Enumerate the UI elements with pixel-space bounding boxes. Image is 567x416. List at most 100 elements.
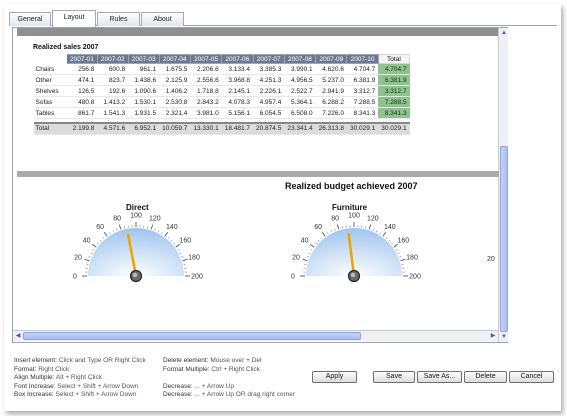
- help-line: Align Multiple: Alt + Right Click: [14, 374, 146, 383]
- sum-cell: 30.029.1: [346, 121, 379, 135]
- sum-cell: 10.059.7: [159, 121, 191, 135]
- sales-table-block[interactable]: Realized sales 2007 2007-01 2007-02 2007-0…: [33, 44, 411, 135]
- gauge-tick-label: 80: [331, 215, 339, 222]
- column-header: 2007-05: [189, 54, 223, 64]
- gauge-tick: [88, 256, 91, 258]
- help-value: Select + Shift + Arrow Down: [55, 391, 137, 398]
- tab-rules[interactable]: Rules: [97, 12, 140, 26]
- gauge-tick: [336, 224, 340, 230]
- table-row: Tables 861.7 1.541.3 1.931.5 2.321.4 3.981.0 5…: [33, 107, 410, 119]
- gauge-tick: [177, 249, 180, 251]
- help-value: Click and Type OR Right Click: [58, 357, 146, 364]
- table-cell: 126.5: [66, 85, 98, 97]
- table-cell: 4.620.6: [315, 63, 347, 75]
- gauge-tick: [327, 232, 329, 235]
- section-divider-bar: [17, 171, 499, 177]
- gauge-face: [88, 228, 184, 276]
- table-cell: 1.541.3: [97, 107, 129, 119]
- table-cell: 2.206.6: [190, 63, 222, 75]
- help-key: Box Increase:: [14, 391, 56, 398]
- horizontal-scrollbar[interactable]: ◀ ▶: [13, 330, 498, 341]
- scroll-left-arrow-icon[interactable]: ◀: [13, 331, 23, 341]
- gauge-tick: [321, 232, 326, 237]
- gauge-tick: [317, 239, 320, 242]
- help-key: Decrease:: [163, 391, 195, 398]
- gauge-tick-label: 120: [149, 215, 161, 222]
- column-header: 2007-09: [315, 54, 348, 64]
- table-cell: 2.321.4: [159, 107, 191, 119]
- gauge-tick: [388, 239, 391, 242]
- gauge-tick: [397, 252, 400, 254]
- help-line: Format Multiple: Ctrl + Right Click: [163, 366, 295, 375]
- help-line: [163, 374, 295, 383]
- gauge-tick: [118, 224, 122, 230]
- gauge-tick: [161, 232, 163, 235]
- gauge-tick: [102, 237, 105, 239]
- help-key: Insert element:: [14, 357, 59, 364]
- scroll-up-arrow-icon[interactable]: ▲: [499, 28, 509, 38]
- delete-button[interactable]: Delete: [464, 371, 507, 383]
- sum-cell: 20.874.5: [253, 121, 285, 135]
- gauge-tick: [372, 228, 374, 231]
- table-cell: 5.237.0: [315, 74, 347, 86]
- save-as-button[interactable]: Save As...: [417, 371, 462, 383]
- tab-layout[interactable]: Layout: [52, 10, 96, 27]
- scroll-down-arrow-icon[interactable]: ▼: [499, 332, 509, 342]
- sum-cell: 2.199.8: [66, 121, 98, 135]
- gauge-tick: [395, 249, 398, 251]
- table-cell: 8.341.3: [346, 107, 379, 119]
- gauge-tick-label: 120: [367, 215, 379, 222]
- gauge-hub-highlight: [132, 272, 138, 278]
- save-button[interactable]: Save: [373, 371, 415, 383]
- table-cell: 1.718.8: [190, 85, 222, 97]
- gauge-tick: [170, 239, 173, 242]
- help-value: Ctrl + Right Click: [211, 365, 260, 373]
- table-cell: 2.530.8: [159, 96, 191, 108]
- help-value: Alt + Right Click: [55, 374, 102, 381]
- vertical-scrollbar[interactable]: ▲ ▼: [498, 28, 508, 342]
- apply-button[interactable]: Apply: [312, 371, 357, 383]
- gauge-hub-highlight: [350, 272, 356, 278]
- vertical-scroll-thumb[interactable]: [500, 146, 508, 332]
- help-line: Format: Right Click: [14, 366, 146, 375]
- table-cell: 5.364.1: [284, 96, 316, 108]
- table-cell: 256.8: [66, 63, 98, 75]
- help-shortcuts-right: Delete element: Mouse over + Del Format M…: [163, 357, 295, 400]
- table-row: Other 474.1 823.7 1.438.6 2.125.9 2.556.6 3.96…: [33, 74, 410, 86]
- row-label: Shelves: [33, 85, 67, 97]
- gauge-tick-label: 20: [74, 255, 82, 262]
- cancel-button[interactable]: Cancel: [509, 371, 554, 383]
- table-cell: 1.406.2: [159, 85, 191, 97]
- sum-cell: 26.313.8: [315, 121, 347, 135]
- table-cell: 2.941.9: [315, 85, 347, 97]
- column-header: 2007-08: [283, 54, 317, 64]
- tab-about[interactable]: About: [141, 12, 184, 26]
- help-value: ... + Arrow Up: [194, 382, 234, 390]
- table-cell: 1.438.6: [128, 74, 160, 86]
- gauge-tick-label: 140: [166, 224, 178, 231]
- gauge-tick: [391, 242, 393, 245]
- sum-cell: 13.330.1: [190, 121, 222, 135]
- gauge-tick: [306, 256, 309, 258]
- tab-general[interactable]: General: [9, 12, 51, 26]
- gauge-tick: [379, 232, 381, 235]
- gauge-tick: [315, 242, 317, 245]
- column-header-total: Total: [377, 54, 411, 64]
- table-cell: 6.054.5: [253, 107, 285, 119]
- help-shortcuts-left: Insert element: Click and Type OR Right …: [14, 357, 146, 400]
- gauge-tick: [382, 232, 387, 237]
- table-cell: 1.931.5: [128, 107, 160, 119]
- sum-cell: 18.481.7: [221, 121, 254, 135]
- gauge-tick: [320, 237, 323, 239]
- gauge-tick: [116, 228, 118, 231]
- gauge-tick: [399, 256, 402, 258]
- gauge-tick: [302, 258, 308, 262]
- table-cell: 7.226.0: [315, 107, 347, 119]
- scroll-right-arrow-icon[interactable]: ▶: [488, 331, 498, 341]
- table-cell: 600.8: [97, 63, 129, 75]
- horizontal-scroll-thumb[interactable]: [23, 332, 361, 340]
- table-cell: 2.145.1: [221, 85, 254, 97]
- table-cell: 4.251.3: [253, 74, 285, 86]
- help-value: Select + Shift + Arrow Down: [57, 382, 139, 390]
- gauge-tick-label: 100: [348, 213, 360, 220]
